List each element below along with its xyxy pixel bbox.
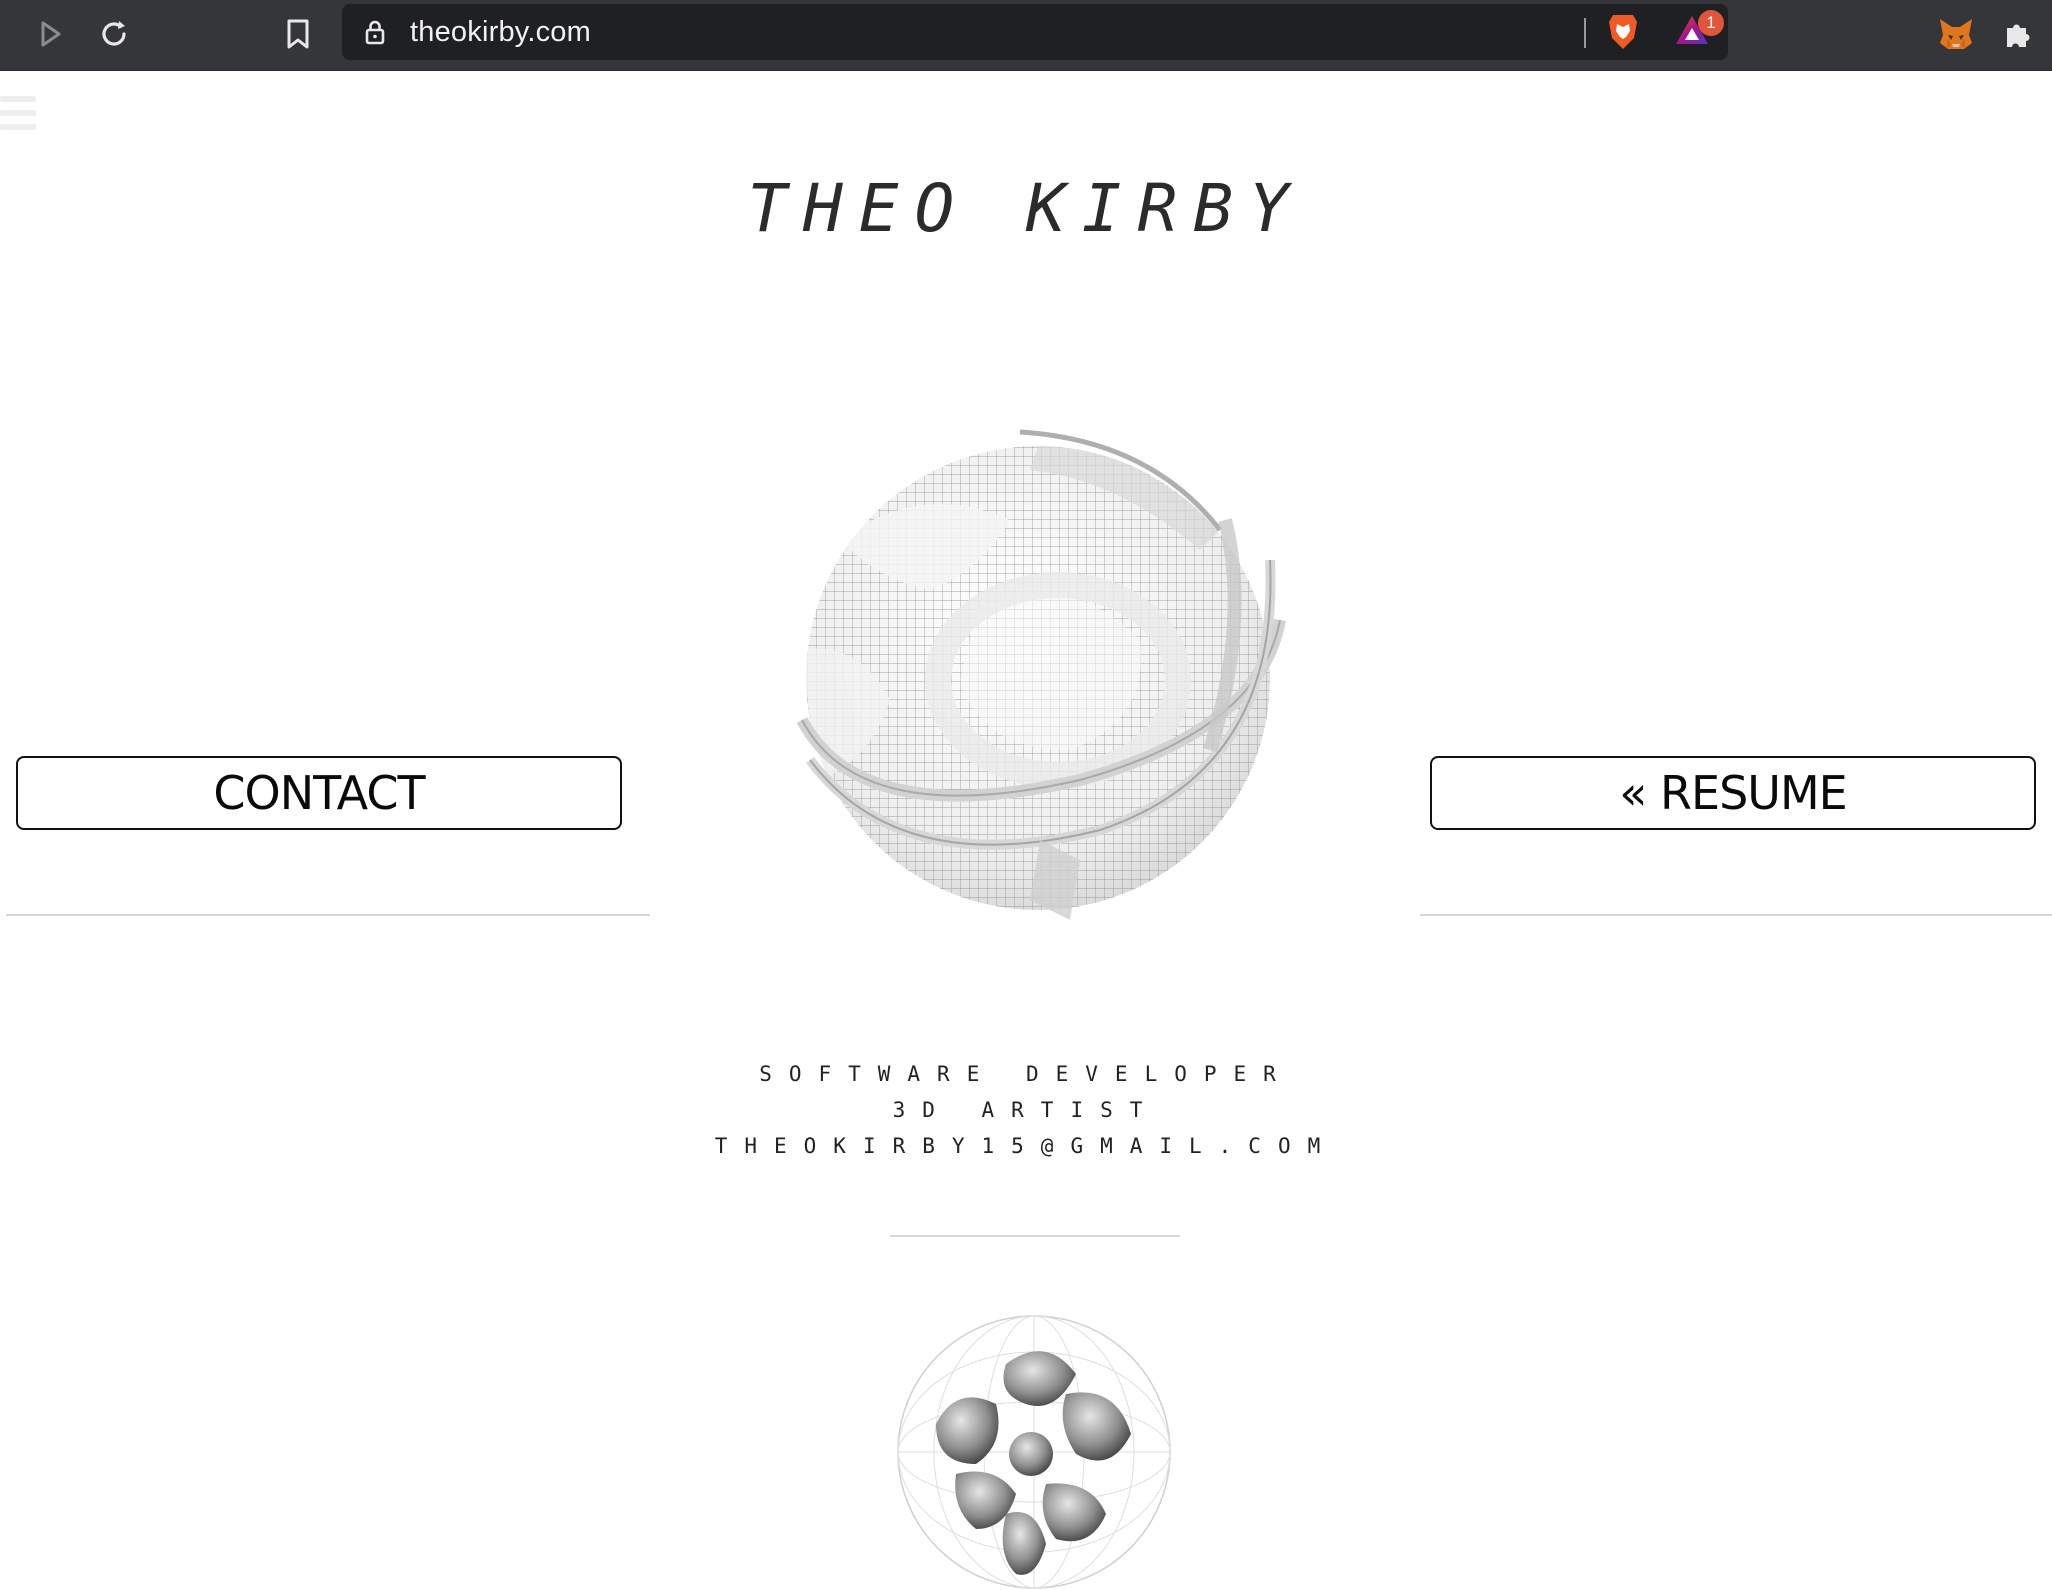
info-line-role: SOFTWARE DEVELOPER <box>759 1062 1293 1086</box>
info-line-artist: 3D ARTIST <box>892 1098 1160 1122</box>
brave-shields-icon[interactable] <box>1606 12 1640 56</box>
address-bar[interactable]: theokirby.com <box>342 4 1728 60</box>
extensions-icon[interactable] <box>1996 12 2040 56</box>
bookmark-icon[interactable] <box>276 12 320 56</box>
right-divider <box>1420 914 2052 916</box>
page-title: THEO KIRBY <box>747 170 1305 247</box>
resume-button[interactable]: « RESUME <box>1430 756 2036 830</box>
hamburger-menu-icon[interactable] <box>0 96 36 136</box>
center-divider <box>890 1235 1180 1237</box>
wireframe-sphere-render <box>796 429 1286 920</box>
browser-toolbar: theokirby.com 1 <box>0 0 2052 71</box>
info-line-email[interactable]: THEOKIRBY15@GMAIL.COM <box>0 1134 2052 1158</box>
separator <box>1584 18 1586 48</box>
contact-button[interactable]: CONTACT <box>16 756 622 830</box>
url-text: theokirby.com <box>410 16 591 48</box>
play-icon[interactable] <box>28 12 72 56</box>
flower-sphere-render <box>897 1315 1171 1589</box>
metamask-icon[interactable] <box>1934 12 1978 56</box>
rewards-badge: 1 <box>1698 10 1724 36</box>
left-divider <box>6 914 650 916</box>
lock-icon <box>364 19 386 49</box>
reload-icon[interactable] <box>92 12 136 56</box>
